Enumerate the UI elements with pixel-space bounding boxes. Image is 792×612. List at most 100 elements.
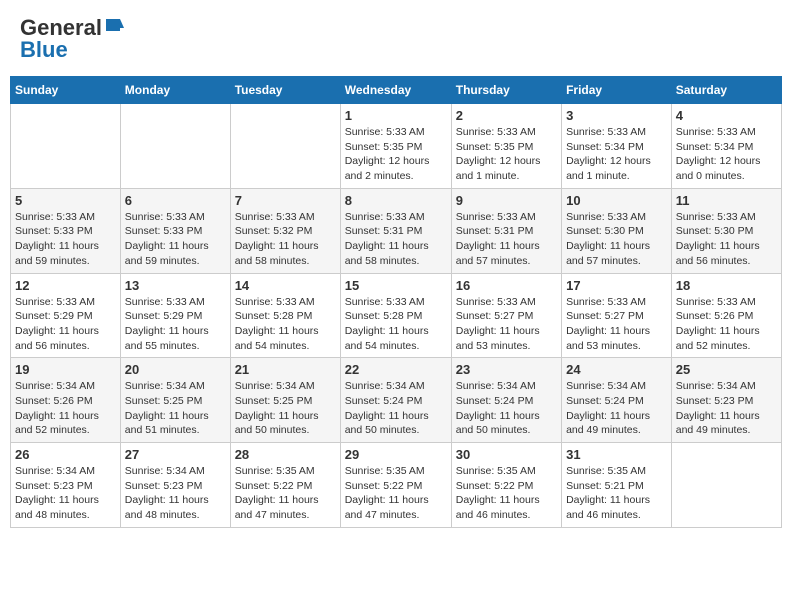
- calendar-cell: 3Sunrise: 5:33 AM Sunset: 5:34 PM Daylig…: [562, 104, 672, 189]
- calendar-cell: 1 Sunrise: 5:33 AM Sunset: 5:35 PM Daylig…: [340, 104, 451, 189]
- day-number: 9: [456, 193, 557, 208]
- calendar-cell: 23Sunrise: 5:34 AM Sunset: 5:24 PM Dayli…: [451, 358, 561, 443]
- calendar-cell: 5 Sunrise: 5:33 AM Sunset: 5:33 PM Daylig…: [11, 188, 121, 273]
- calendar-cell: 20 Sunrise: 5:34 AM Sunset: 5:25 PM Dayli…: [120, 358, 230, 443]
- day-number: 2: [456, 108, 557, 123]
- column-header-monday: Monday: [120, 77, 230, 104]
- day-info: Sunrise: 5:33 AM Sunset: 5:34 PM Dayligh…: [566, 125, 667, 184]
- calendar-table: SundayMondayTuesdayWednesdayThursdayFrid…: [10, 76, 782, 528]
- day-info: Sunrise: 5:33 AM Sunset: 5:30 PM Dayligh…: [566, 210, 667, 269]
- calendar-cell: 2 Sunrise: 5:33 AM Sunset: 5:35 PM Daylig…: [451, 104, 561, 189]
- column-header-friday: Friday: [562, 77, 672, 104]
- day-info: Sunrise: 5:34 AM Sunset: 5:23 PM Dayligh…: [676, 379, 777, 438]
- day-number: 30: [456, 447, 557, 462]
- day-number: 7: [235, 193, 336, 208]
- calendar-cell: 30 Sunrise: 5:35 AM Sunset: 5:22 PM Dayli…: [451, 443, 561, 528]
- day-info: Sunrise: 5:34 AM Sunset: 5:24 PM Dayligh…: [456, 379, 557, 438]
- calendar-cell: 31Sunrise: 5:35 AM Sunset: 5:21 PM Dayli…: [562, 443, 672, 528]
- day-info: Sunrise: 5:33 AM Sunset: 5:34 PM Dayligh…: [676, 125, 777, 184]
- day-number: 28: [235, 447, 336, 462]
- day-number: 1: [345, 108, 447, 123]
- day-number: 8: [345, 193, 447, 208]
- calendar-cell: 16 Sunrise: 5:33 AM Sunset: 5:27 PM Dayli…: [451, 273, 561, 358]
- day-info: Sunrise: 5:33 AM Sunset: 5:29 PM Dayligh…: [125, 295, 226, 354]
- calendar-cell: 10 Sunrise: 5:33 AM Sunset: 5:30 PM Dayli…: [562, 188, 672, 273]
- day-info: Sunrise: 5:34 AM Sunset: 5:24 PM Dayligh…: [566, 379, 667, 438]
- calendar-cell: 24 Sunrise: 5:34 AM Sunset: 5:24 PM Dayli…: [562, 358, 672, 443]
- calendar-cell: [230, 104, 340, 189]
- calendar-cell: 9 Sunrise: 5:33 AM Sunset: 5:31 PM Daylig…: [451, 188, 561, 273]
- day-number: 25: [676, 362, 777, 377]
- calendar-cell: 27Sunrise: 5:34 AM Sunset: 5:23 PM Dayli…: [120, 443, 230, 528]
- calendar-cell: 14Sunrise: 5:33 AM Sunset: 5:28 PM Dayli…: [230, 273, 340, 358]
- logo-flag-icon: [102, 17, 124, 39]
- day-number: 10: [566, 193, 667, 208]
- day-info: Sunrise: 5:33 AM Sunset: 5:31 PM Dayligh…: [456, 210, 557, 269]
- day-number: 20: [125, 362, 226, 377]
- day-number: 17: [566, 278, 667, 293]
- day-number: 31: [566, 447, 667, 462]
- calendar-week-row: 5 Sunrise: 5:33 AM Sunset: 5:33 PM Daylig…: [11, 188, 782, 273]
- day-number: 22: [345, 362, 447, 377]
- calendar-cell: 18Sunrise: 5:33 AM Sunset: 5:26 PM Dayli…: [671, 273, 781, 358]
- day-number: 21: [235, 362, 336, 377]
- day-info: Sunrise: 5:34 AM Sunset: 5:23 PM Dayligh…: [125, 464, 226, 523]
- day-number: 15: [345, 278, 447, 293]
- calendar-week-row: 19Sunrise: 5:34 AM Sunset: 5:26 PM Dayli…: [11, 358, 782, 443]
- column-header-saturday: Saturday: [671, 77, 781, 104]
- day-info: Sunrise: 5:34 AM Sunset: 5:23 PM Dayligh…: [15, 464, 116, 523]
- calendar-cell: 28 Sunrise: 5:35 AM Sunset: 5:22 PM Dayli…: [230, 443, 340, 528]
- day-info: Sunrise: 5:34 AM Sunset: 5:25 PM Dayligh…: [235, 379, 336, 438]
- column-header-wednesday: Wednesday: [340, 77, 451, 104]
- day-info: Sunrise: 5:33 AM Sunset: 5:32 PM Dayligh…: [235, 210, 336, 269]
- day-info: Sunrise: 5:33 AM Sunset: 5:28 PM Dayligh…: [235, 295, 336, 354]
- calendar-cell: 19Sunrise: 5:34 AM Sunset: 5:26 PM Dayli…: [11, 358, 121, 443]
- day-number: 5: [15, 193, 116, 208]
- day-info: Sunrise: 5:34 AM Sunset: 5:25 PM Dayligh…: [125, 379, 226, 438]
- day-info: Sunrise: 5:33 AM Sunset: 5:29 PM Dayligh…: [15, 295, 116, 354]
- day-info: Sunrise: 5:35 AM Sunset: 5:22 PM Dayligh…: [345, 464, 447, 523]
- day-info: Sunrise: 5:34 AM Sunset: 5:24 PM Dayligh…: [345, 379, 447, 438]
- calendar-week-row: 12 Sunrise: 5:33 AM Sunset: 5:29 PM Dayli…: [11, 273, 782, 358]
- header: General Blue: [10, 10, 782, 68]
- calendar-cell: 17 Sunrise: 5:33 AM Sunset: 5:27 PM Dayli…: [562, 273, 672, 358]
- calendar-cell: 13 Sunrise: 5:33 AM Sunset: 5:29 PM Dayli…: [120, 273, 230, 358]
- day-number: 29: [345, 447, 447, 462]
- calendar-cell: [671, 443, 781, 528]
- day-info: Sunrise: 5:33 AM Sunset: 5:35 PM Dayligh…: [345, 125, 447, 184]
- day-info: Sunrise: 5:33 AM Sunset: 5:27 PM Dayligh…: [566, 295, 667, 354]
- column-header-thursday: Thursday: [451, 77, 561, 104]
- day-number: 6: [125, 193, 226, 208]
- calendar-cell: 4 Sunrise: 5:33 AM Sunset: 5:34 PM Daylig…: [671, 104, 781, 189]
- day-number: 4: [676, 108, 777, 123]
- calendar-cell: 7 Sunrise: 5:33 AM Sunset: 5:32 PM Daylig…: [230, 188, 340, 273]
- logo: General Blue: [20, 15, 124, 63]
- calendar-cell: [120, 104, 230, 189]
- day-number: 26: [15, 447, 116, 462]
- day-info: Sunrise: 5:35 AM Sunset: 5:22 PM Dayligh…: [235, 464, 336, 523]
- logo-text-blue: Blue: [20, 37, 68, 63]
- day-number: 18: [676, 278, 777, 293]
- day-info: Sunrise: 5:33 AM Sunset: 5:27 PM Dayligh…: [456, 295, 557, 354]
- calendar-week-row: 26 Sunrise: 5:34 AM Sunset: 5:23 PM Dayli…: [11, 443, 782, 528]
- calendar-cell: 21 Sunrise: 5:34 AM Sunset: 5:25 PM Dayli…: [230, 358, 340, 443]
- day-info: Sunrise: 5:33 AM Sunset: 5:28 PM Dayligh…: [345, 295, 447, 354]
- calendar-cell: 11 Sunrise: 5:33 AM Sunset: 5:30 PM Dayli…: [671, 188, 781, 273]
- column-header-tuesday: Tuesday: [230, 77, 340, 104]
- calendar-cell: [11, 104, 121, 189]
- calendar-cell: 29 Sunrise: 5:35 AM Sunset: 5:22 PM Dayli…: [340, 443, 451, 528]
- day-number: 13: [125, 278, 226, 293]
- day-info: Sunrise: 5:35 AM Sunset: 5:22 PM Dayligh…: [456, 464, 557, 523]
- day-info: Sunrise: 5:33 AM Sunset: 5:35 PM Dayligh…: [456, 125, 557, 184]
- day-info: Sunrise: 5:33 AM Sunset: 5:33 PM Dayligh…: [15, 210, 116, 269]
- calendar-cell: 26 Sunrise: 5:34 AM Sunset: 5:23 PM Dayli…: [11, 443, 121, 528]
- calendar-week-row: 1 Sunrise: 5:33 AM Sunset: 5:35 PM Daylig…: [11, 104, 782, 189]
- day-info: Sunrise: 5:33 AM Sunset: 5:33 PM Dayligh…: [125, 210, 226, 269]
- day-number: 16: [456, 278, 557, 293]
- day-number: 24: [566, 362, 667, 377]
- day-number: 12: [15, 278, 116, 293]
- column-header-sunday: Sunday: [11, 77, 121, 104]
- day-info: Sunrise: 5:33 AM Sunset: 5:30 PM Dayligh…: [676, 210, 777, 269]
- day-number: 11: [676, 193, 777, 208]
- calendar-cell: 25 Sunrise: 5:34 AM Sunset: 5:23 PM Dayli…: [671, 358, 781, 443]
